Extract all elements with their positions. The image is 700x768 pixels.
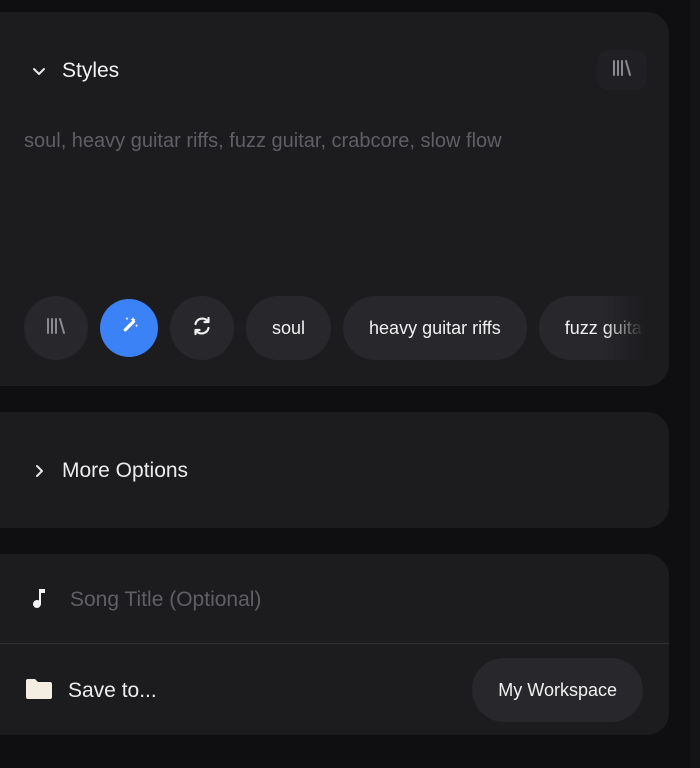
save-to-label: Save to... [68, 679, 157, 702]
chevron-down-icon [30, 62, 48, 80]
more-options-panel[interactable]: More Options [0, 412, 669, 528]
folder-icon [24, 677, 54, 706]
more-options-label: More Options [62, 459, 189, 482]
magic-wand-icon [118, 315, 140, 342]
styles-header[interactable]: Styles [30, 56, 119, 86]
style-tag[interactable]: soul [246, 296, 332, 360]
song-details-panel: Save to... My Workspace [0, 554, 669, 735]
refresh-styles-button[interactable] [170, 296, 234, 360]
chips-fade-overlay [604, 296, 644, 360]
library-icon [45, 317, 67, 340]
styles-title: Styles [62, 59, 120, 82]
magic-style-button[interactable] [100, 299, 158, 357]
divider [0, 643, 669, 644]
chevron-right-icon [30, 462, 48, 480]
library-icon [611, 59, 633, 82]
save-to-row[interactable]: Save to... [24, 676, 157, 706]
workspace-select-button[interactable]: My Workspace [472, 658, 643, 722]
styles-textarea[interactable]: soul, heavy guitar riffs, fuzz guitar, c… [24, 130, 624, 153]
refresh-icon [191, 315, 213, 342]
page-scrollbar[interactable] [690, 0, 700, 768]
more-options-toggle[interactable]: More Options [30, 456, 188, 486]
song-title-row [30, 585, 470, 615]
style-tag-bar: soul heavy guitar riffs fuzz guitar [24, 296, 644, 360]
song-title-input[interactable] [70, 588, 470, 612]
styles-library-button[interactable] [597, 50, 647, 90]
style-tag[interactable]: heavy guitar riffs [343, 296, 527, 360]
music-note-icon [30, 586, 48, 615]
styles-panel: Styles soul, heavy guitar riffs, fuzz gu… [0, 12, 669, 386]
style-library-button[interactable] [24, 296, 88, 360]
